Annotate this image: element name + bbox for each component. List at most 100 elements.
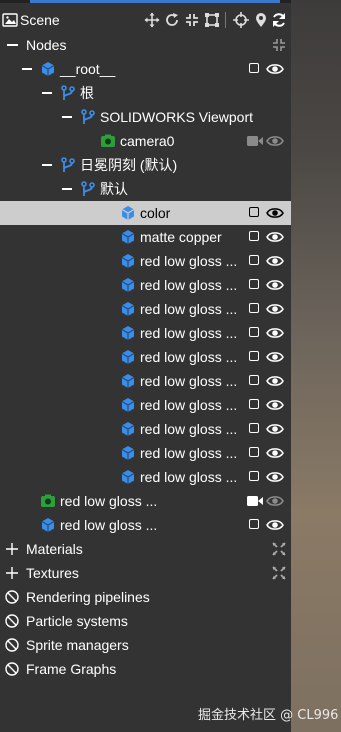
section-row[interactable]: Frame Graphs (0, 657, 291, 681)
tree-row[interactable]: red low gloss ... (0, 441, 291, 465)
visibility-eye-icon[interactable] (266, 61, 284, 77)
tree-row[interactable]: red low gloss ... (0, 345, 291, 369)
node-label: camera0 (120, 133, 175, 149)
unavailable-icon (5, 638, 19, 652)
node-label: red low gloss ... (60, 517, 158, 533)
pick-checkbox[interactable] (249, 207, 259, 217)
section-row[interactable]: Rendering pipelines (0, 585, 291, 609)
tree-row[interactable]: red low gloss ... (0, 273, 291, 297)
visibility-eye-icon[interactable] (266, 421, 284, 437)
collapse-icon[interactable] (62, 188, 72, 190)
collapse-icon[interactable] (62, 116, 72, 118)
nodes-section[interactable]: Nodes (0, 33, 291, 57)
pick-checkbox[interactable] (249, 423, 259, 433)
visibility-eye-icon[interactable] (266, 469, 284, 485)
visibility-eye-icon[interactable] (266, 133, 284, 149)
tree-row[interactable]: red low gloss ... (0, 513, 291, 537)
render-viewport[interactable] (291, 0, 341, 732)
tree-row[interactable]: SOLIDWORKS Viewport (0, 105, 291, 129)
tree-row[interactable]: red low gloss ... (0, 249, 291, 273)
tree-row[interactable]: 默认 (0, 177, 291, 201)
camera-icon (101, 134, 115, 147)
scene-title: Scene (20, 12, 60, 28)
active-camera-icon[interactable] (246, 493, 264, 509)
section-row[interactable]: Sprite managers (0, 633, 291, 657)
expand-all-icon[interactable] (271, 565, 287, 581)
tree-row[interactable]: red low gloss ... (0, 393, 291, 417)
expand-all-icon[interactable] (271, 541, 287, 557)
pick-checkbox[interactable] (249, 231, 259, 241)
mesh-icon (121, 254, 135, 268)
visibility-eye-icon[interactable] (266, 493, 284, 509)
node-label: __root__ (60, 61, 116, 77)
tree-row[interactable]: 日冕阴刻 (默认) (0, 153, 291, 177)
visibility-eye-icon[interactable] (266, 373, 284, 389)
pick-checkbox[interactable] (249, 375, 259, 385)
tree-row[interactable]: red low gloss ... (0, 489, 291, 513)
visibility-eye-icon[interactable] (266, 397, 284, 413)
pick-checkbox[interactable] (249, 303, 259, 313)
collapse-icon[interactable] (7, 44, 18, 46)
node-label: red low gloss ... (140, 421, 238, 437)
tree-row[interactable]: __root__ (0, 57, 291, 81)
section-row[interactable]: Materials (0, 537, 291, 561)
rotate-icon[interactable] (164, 12, 180, 28)
section-row[interactable]: Particle systems (0, 609, 291, 633)
collapse-icon[interactable] (22, 68, 32, 70)
mesh-icon (121, 350, 135, 364)
visibility-eye-icon[interactable] (266, 301, 284, 317)
collapse-icon[interactable] (42, 92, 52, 94)
visibility-eye-icon[interactable] (266, 229, 284, 245)
tree-row[interactable]: red low gloss ... (0, 417, 291, 441)
collapse-icon[interactable] (42, 164, 52, 166)
node-label: 根 (80, 85, 94, 101)
section-label: Materials (26, 541, 83, 557)
node-label: 默认 (100, 181, 128, 197)
pick-checkbox[interactable] (249, 399, 259, 409)
visibility-eye-icon[interactable] (266, 205, 284, 221)
active-tab-indicator (30, 0, 280, 3)
node-label: red low gloss ... (140, 325, 238, 341)
pick-checkbox[interactable] (249, 351, 259, 361)
tree-row[interactable]: red low gloss ... (0, 321, 291, 345)
visibility-eye-icon[interactable] (266, 349, 284, 365)
target-icon[interactable] (233, 12, 249, 28)
pick-checkbox[interactable] (249, 279, 259, 289)
nodes-label: Nodes (26, 37, 67, 53)
node-label: red low gloss ... (140, 445, 238, 461)
pick-checkbox[interactable] (249, 447, 259, 457)
expand-plus-icon[interactable] (4, 541, 20, 557)
scale-icon[interactable] (184, 12, 200, 28)
camera-icon (41, 494, 55, 507)
visibility-eye-icon[interactable] (266, 325, 284, 341)
tree-row[interactable]: 根 (0, 81, 291, 105)
toolbar-divider (225, 12, 226, 28)
tree-row-selected[interactable]: color (0, 201, 291, 225)
tree-row[interactable]: camera0 (0, 129, 291, 153)
visibility-eye-icon[interactable] (266, 277, 284, 293)
tree-row[interactable]: red low gloss ... (0, 369, 291, 393)
tree-row[interactable]: red low gloss ... (0, 297, 291, 321)
visibility-eye-icon[interactable] (266, 445, 284, 461)
tree-row[interactable]: matte copper (0, 225, 291, 249)
pick-checkbox[interactable] (249, 519, 259, 529)
expand-plus-icon[interactable] (4, 565, 20, 581)
mesh-icon (121, 446, 135, 460)
section-label: Rendering pipelines (26, 589, 150, 605)
pick-checkbox[interactable] (249, 471, 259, 481)
bounding-box-icon[interactable] (204, 12, 220, 28)
move-icon[interactable] (144, 12, 160, 28)
visibility-eye-icon[interactable] (266, 517, 284, 533)
node-label: 日冕阴刻 (默认) (80, 157, 178, 173)
section-row[interactable]: Textures (0, 561, 291, 585)
pick-checkbox[interactable] (249, 255, 259, 265)
pick-checkbox[interactable] (249, 63, 259, 73)
node-label: red low gloss ... (140, 253, 238, 269)
visibility-eye-icon[interactable] (266, 253, 284, 269)
pick-checkbox[interactable] (249, 327, 259, 337)
refresh-icon[interactable] (271, 12, 287, 28)
location-pin-icon[interactable] (253, 12, 269, 28)
tree-row[interactable]: red low gloss ... (0, 465, 291, 489)
active-camera-icon[interactable] (246, 133, 264, 149)
collapse-all-icon[interactable] (271, 37, 287, 53)
